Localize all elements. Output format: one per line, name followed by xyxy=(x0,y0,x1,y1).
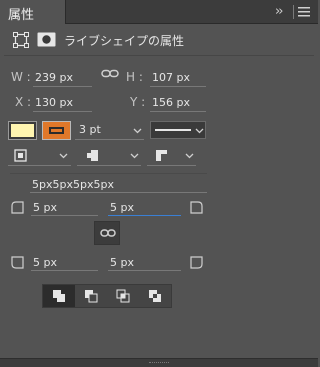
tab-properties[interactable]: 属性 xyxy=(0,0,66,24)
stroke-type-line-icon xyxy=(155,129,191,131)
stroke-width-underline xyxy=(75,139,144,140)
corner-radius-bottom-left[interactable]: 5 px xyxy=(33,256,57,269)
chevron-down-icon xyxy=(59,153,68,159)
link-dimensions-icon[interactable] xyxy=(101,68,119,80)
chevron-down-icon xyxy=(133,128,142,134)
stroke-cap-underline xyxy=(77,165,141,166)
tabbar-separator xyxy=(293,5,294,19)
combine-shapes-button[interactable] xyxy=(43,285,75,307)
top-left-corner-icon xyxy=(11,201,24,214)
bottom-left-corner-icon xyxy=(11,256,24,269)
x-field[interactable]: 130 px xyxy=(35,96,73,109)
width-label: W : xyxy=(11,70,31,84)
stroke-cap-dropdown[interactable] xyxy=(77,146,141,166)
height-label: H : xyxy=(126,70,143,84)
corner-radius-top-right[interactable]: 5 px xyxy=(110,201,134,214)
corner-top-left-underline xyxy=(31,215,98,216)
stroke-width-dropdown[interactable]: 3 pt xyxy=(75,123,144,140)
y-field-underline xyxy=(150,111,206,112)
layer-type-row: ライブシェイプの属性 xyxy=(0,25,318,53)
stroke-align-icon xyxy=(14,149,27,162)
stroke-color-inner xyxy=(49,127,64,134)
panel-menu-icon[interactable] xyxy=(298,7,310,17)
tab-properties-label: 属性 xyxy=(8,8,35,23)
grip-dots xyxy=(149,362,169,364)
section-divider xyxy=(10,173,207,174)
stroke-width-value: 3 pt xyxy=(79,123,101,136)
x-label: X : xyxy=(15,95,32,109)
collapse-panel-icon[interactable]: ›› xyxy=(275,4,284,19)
layer-type-title: ライブシェイプの属性 xyxy=(64,34,185,48)
fill-color-chip xyxy=(11,124,34,137)
fill-swatch[interactable] xyxy=(8,121,37,140)
exclude-overlapping-shapes-button[interactable] xyxy=(139,285,171,307)
intersect-shapes-button[interactable] xyxy=(107,285,139,307)
intersect-shapes-icon xyxy=(116,289,130,303)
width-field-underline xyxy=(33,86,92,87)
section-divider xyxy=(4,55,314,56)
stroke-corner-underline xyxy=(147,165,196,166)
stroke-align-dropdown[interactable] xyxy=(8,146,71,166)
corner-summary-underline xyxy=(30,192,207,193)
chevron-down-icon xyxy=(195,128,204,134)
path-operations-group xyxy=(42,284,172,308)
bottom-right-corner-icon xyxy=(190,256,203,269)
link-icon xyxy=(100,229,116,237)
link-corners-button[interactable] xyxy=(94,221,120,245)
close-panel-icon[interactable] xyxy=(45,6,58,18)
x-field-underline xyxy=(33,111,92,112)
stroke-swatch[interactable] xyxy=(42,121,71,140)
corner-radius-top-left[interactable]: 5 px xyxy=(33,201,57,214)
subtract-front-shape-icon xyxy=(85,290,98,303)
top-right-corner-icon xyxy=(190,201,203,214)
chevron-down-icon xyxy=(130,153,139,159)
combine-shapes-icon xyxy=(53,290,65,302)
exclude-overlapping-shapes-icon xyxy=(149,290,161,302)
corner-bottom-right-underline xyxy=(108,270,181,271)
corner-radius-bottom-right[interactable]: 5 px xyxy=(110,256,134,269)
shape-layer-icon[interactable] xyxy=(12,31,30,49)
y-field[interactable]: 156 px xyxy=(152,96,190,109)
stroke-align-underline xyxy=(8,165,71,166)
height-field[interactable]: 107 px xyxy=(152,71,190,84)
width-field[interactable]: 239 px xyxy=(35,71,73,84)
corner-bottom-left-underline xyxy=(31,270,98,271)
mask-icon[interactable] xyxy=(37,30,56,49)
chevron-down-icon xyxy=(185,153,194,159)
corner-radius-summary[interactable]: 5px5px5px5px xyxy=(32,178,114,191)
stroke-corner-dropdown[interactable] xyxy=(147,146,196,166)
panel-tab-bar: 属性 ›› xyxy=(0,0,318,24)
panel-resize-grip[interactable] xyxy=(0,358,318,367)
subtract-front-shape-button[interactable] xyxy=(75,285,107,307)
stroke-cap-icon xyxy=(87,150,98,161)
stroke-type-dropdown[interactable] xyxy=(150,121,206,139)
stroke-corner-icon xyxy=(156,150,167,161)
y-label: Y : xyxy=(130,95,146,109)
height-field-underline xyxy=(150,86,206,87)
corner-top-right-underline xyxy=(108,215,181,216)
